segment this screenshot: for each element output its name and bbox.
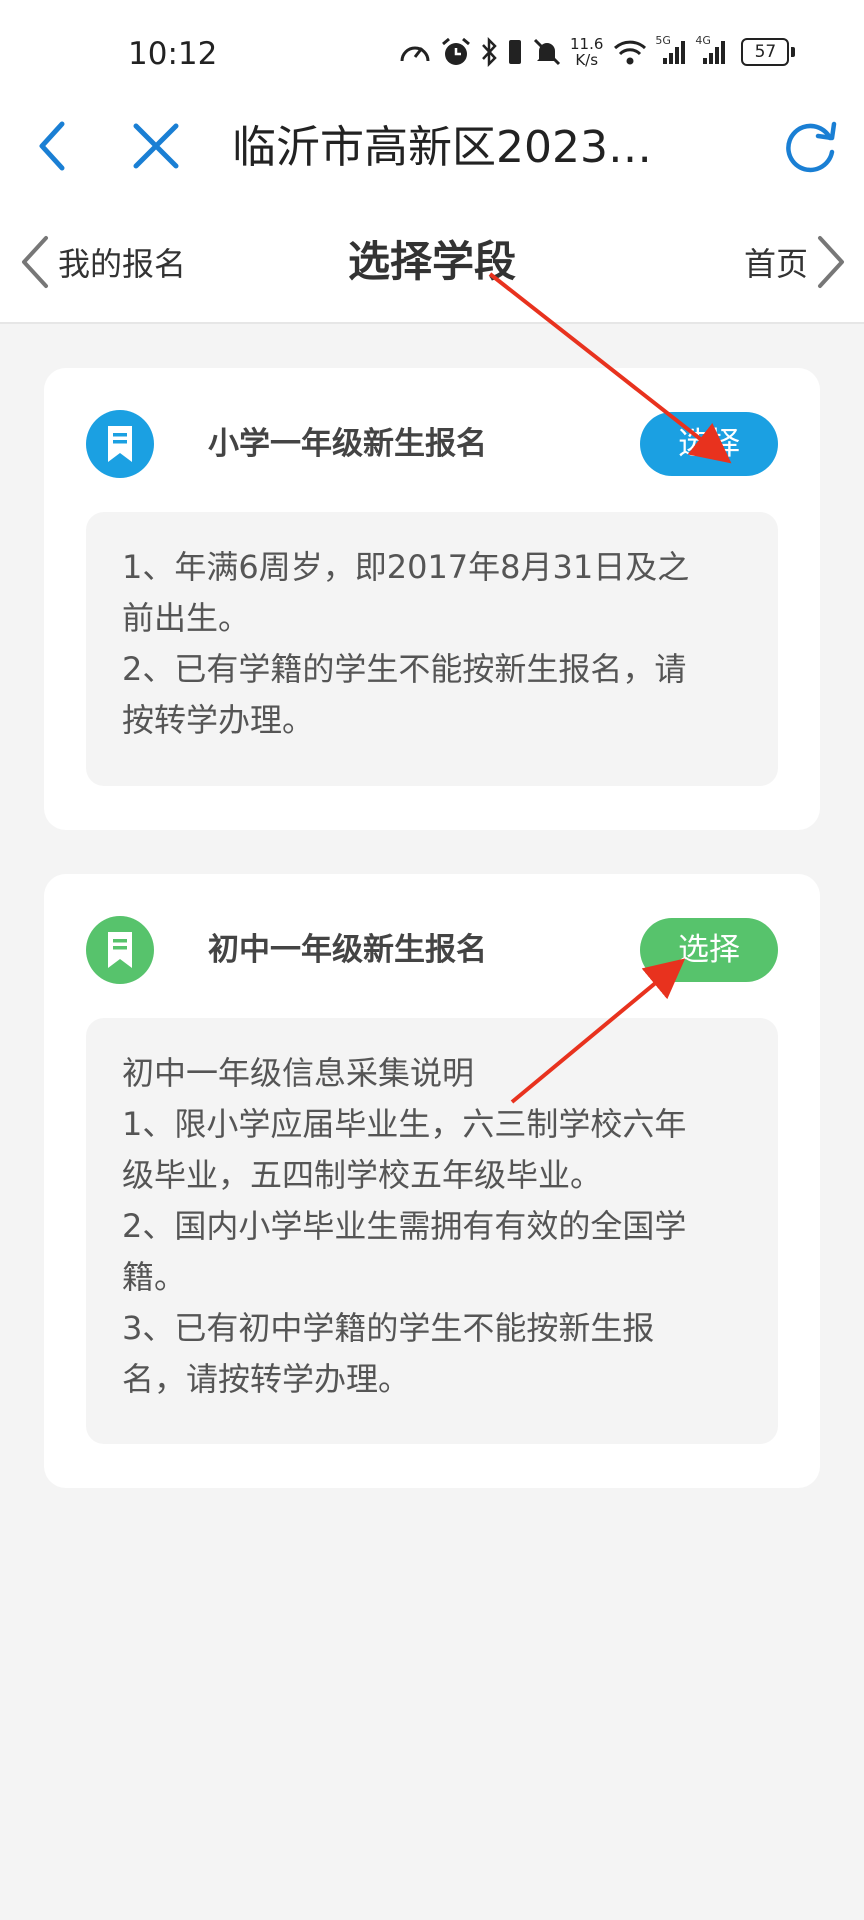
back-icon[interactable] [28,118,84,174]
description-line: 1、限小学应届毕业生，六三制学校六年 [122,1105,687,1143]
description-line: 1、年满6周岁，即2017年8月31日及之 [122,548,690,586]
signal-icon-2: 4G [695,34,727,66]
signal-2-label: 4G [695,34,711,47]
wifi-icon [613,38,647,66]
refresh-icon[interactable] [780,118,840,178]
description-line: 级毕业，五四制学校五年级毕业。 [122,1156,603,1194]
net-speed: 11.6 K/s [570,36,603,68]
card-header: 初中一年级新生报名 选择 [86,916,778,986]
status-icons: 11.6 K/s 5G 4G 57 [398,30,796,74]
description-line: 名，请按转学办理。 [122,1360,411,1398]
net-speed-value: 11.6 [570,35,604,53]
signal-1-label: 5G [655,34,671,47]
home-label: 首页 [743,245,808,283]
card-title: 初中一年级新生报名 [208,932,487,968]
speed-icon [398,37,432,67]
card-header: 小学一年级新生报名 选择 [86,410,778,480]
status-time: 10:12 [128,36,218,72]
description-line: 初中一年级信息采集说明 [122,1054,475,1092]
bluetooth-icon [480,37,498,67]
chevron-right-icon [818,236,844,288]
card-description: 初中一年级信息采集说明 1、限小学应届毕业生，六三制学校六年 级毕业，五四制学校… [86,1018,778,1444]
chevron-left-icon [22,236,48,288]
net-speed-unit: K/s [575,51,599,69]
page-title: 临沂市高新区2023… [232,122,652,173]
bookmark-icon [86,410,154,478]
select-button[interactable]: 选择 [640,918,778,982]
nav-bar: 选择学段 我的报名 首页 [0,214,864,322]
card-description: 1、年满6周岁，即2017年8月31日及之 前出生。 2、已有学籍的学生不能按新… [86,512,778,786]
home-link[interactable]: 首页 [744,232,848,292]
signal-icon: 5G [655,34,687,66]
select-button[interactable]: 选择 [640,412,778,476]
close-icon[interactable] [128,118,184,174]
browser-bar: 临沂市高新区2023… [0,104,864,214]
bookmark-icon [86,916,154,984]
description-line: 前出生。 [122,599,251,637]
mute-icon [532,37,562,67]
vibrate-icon [506,37,524,67]
card-title: 小学一年级新生报名 [208,426,487,462]
primary-school-card: 小学一年级新生报名 选择 1、年满6周岁，即2017年8月31日及之 前出生。 … [44,368,820,830]
my-registration-link[interactable]: 我的报名 [18,232,186,292]
description-line: 2、国内小学毕业生需拥有有效的全国学 [122,1207,687,1245]
battery-icon: 57 [741,38,796,66]
status-bar: 10:12 11.6 K/s 5G 4G 57 [0,0,864,104]
description-line: 按转学办理。 [122,701,315,739]
junior-high-card: 初中一年级新生报名 选择 初中一年级信息采集说明 1、限小学应届毕业生，六三制学… [44,874,820,1488]
description-line: 3、已有初中学籍的学生不能按新生报 [122,1309,655,1347]
alarm-icon [440,36,472,68]
description-line: 2、已有学籍的学生不能按新生报名，请 [122,650,687,688]
description-line: 籍。 [122,1258,187,1296]
my-registration-label: 我的报名 [58,245,187,283]
